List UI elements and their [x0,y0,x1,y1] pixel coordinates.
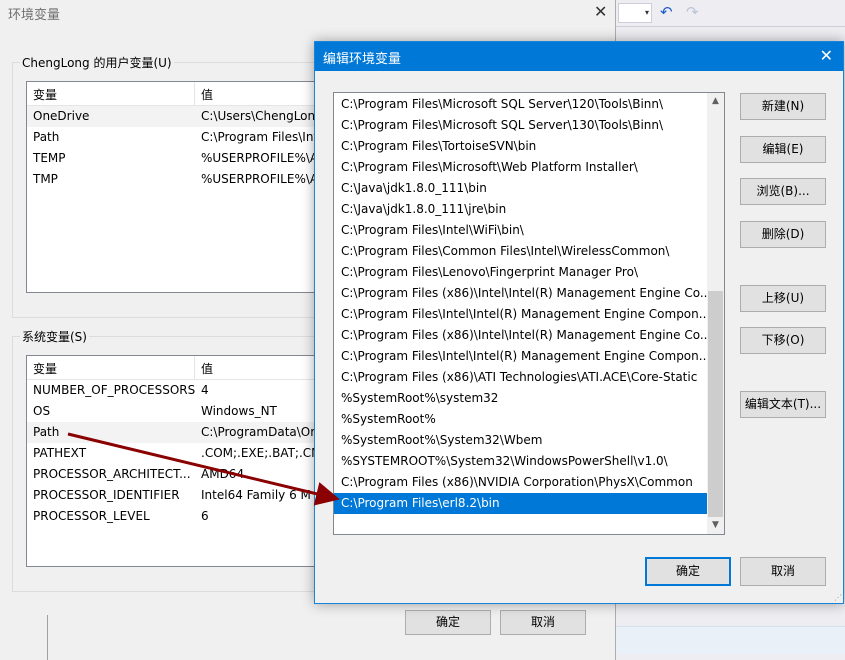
system-variables-label: 系统变量(S) [20,328,89,345]
browse-button[interactable]: 浏览(B)... [740,178,826,205]
variable-value: %USERPROFILE%\A [201,172,319,186]
path-item[interactable]: C:\Program Files\Common Files\Intel\Wire… [334,241,707,262]
path-item-selected[interactable]: C:\Program Files\erl8.2\bin [334,493,707,514]
path-item[interactable]: C:\Program Files\Lenovo\Fingerprint Mana… [334,262,707,283]
path-item[interactable]: C:\Java\jdk1.8.0_111\jre\bin [334,199,707,220]
path-item[interactable]: C:\Program Files (x86)\NVIDIA Corporatio… [334,472,707,493]
variable-name: OS [33,404,51,418]
user-variables-table[interactable]: 变量 值 OneDrive C:\Users\ChengLon Path C:\… [26,81,356,293]
vertical-scrollbar[interactable]: ▲ ▼ [707,93,724,534]
path-item[interactable]: C:\Program Files (x86)\ATI Technologies\… [334,367,707,388]
variable-name: PATHEXT [33,446,87,460]
edit-button[interactable]: 编辑(E) [740,136,826,163]
undo-icon[interactable]: ↶ [660,3,673,21]
path-item[interactable]: %SystemRoot%\System32\Wbem [334,430,707,451]
move-up-button[interactable]: 上移(U) [740,285,826,312]
table-row[interactable]: PROCESSOR_ARCHITECT... AMD64 [27,464,355,485]
path-item[interactable]: C:\Program Files\TortoiseSVN\bin [334,136,707,157]
column-header-value[interactable]: 值 [201,86,213,103]
path-item[interactable]: %SYSTEMROOT%\System32\WindowsPowerShell\… [334,451,707,472]
path-item[interactable]: C:\Program Files\Microsoft SQL Server\12… [334,94,707,115]
path-item[interactable]: C:\Program Files (x86)\Intel\Intel(R) Ma… [334,283,707,304]
cancel-button[interactable]: 取消 [500,610,586,635]
variable-value: .COM;.EXE;.BAT;.CM [201,446,322,460]
title-bar[interactable]: 编辑环境变量 ✕ [315,42,843,71]
variable-name: PROCESSOR_LEVEL [33,509,150,523]
path-item[interactable]: C:\Program Files\Microsoft\Web Platform … [334,157,707,178]
table-header: 变量 值 [27,356,355,380]
cancel-button[interactable]: 取消 [740,557,826,586]
path-item[interactable]: C:\Program Files (x86)\Intel\Intel(R) Ma… [334,325,707,346]
system-variables-table[interactable]: 变量 值 NUMBER_OF_PROCESSORS 4 OS Windows_N… [26,355,356,567]
variable-value: Windows_NT [201,404,277,418]
variable-name: PROCESSOR_ARCHITECT... [33,467,191,481]
variable-name: PROCESSOR_IDENTIFIER [33,488,180,502]
table-row[interactable]: TMP %USERPROFILE%\A [27,169,355,190]
variable-name: OneDrive [33,109,90,123]
table-row[interactable]: PROCESSOR_LEVEL 6 [27,506,355,527]
table-row[interactable]: PROCESSOR_IDENTIFIER Intel64 Family 6 M [27,485,355,506]
variable-value: 4 [201,383,209,397]
column-header-variable[interactable]: 变量 [33,360,57,377]
scroll-down-icon[interactable]: ▼ [707,517,724,534]
variable-value: C:\ProgramData\Or [201,425,316,439]
variable-name: TMP [33,172,58,186]
close-icon[interactable]: ✕ [820,46,833,65]
chevron-down-icon: ▾ [644,8,649,17]
table-header: 变量 值 [27,82,355,106]
ok-button[interactable]: 确定 [645,557,731,586]
variable-value: Intel64 Family 6 M [201,488,311,502]
path-item[interactable]: %SystemRoot%\system32 [334,388,707,409]
variable-value: AMD64 [201,467,245,481]
table-row[interactable]: Path C:\Program Files\Int [27,127,355,148]
move-down-button[interactable]: 下移(O) [740,327,826,354]
scrollbar-thumb[interactable] [708,291,723,517]
column-header-value[interactable]: 值 [201,360,213,377]
variable-value: C:\Users\ChengLon [201,109,316,123]
window-frame-line [47,615,48,660]
variable-value: 6 [201,509,209,523]
table-row[interactable]: TEMP %USERPROFILE%\A [27,148,355,169]
background-panel [616,626,845,654]
dialog-title: 编辑环境变量 [323,52,402,67]
table-row[interactable]: NUMBER_OF_PROCESSORS 4 [27,380,355,401]
path-item[interactable]: C:\Java\jdk1.8.0_111\bin [334,178,707,199]
table-row[interactable]: OneDrive C:\Users\ChengLon [27,106,355,127]
dialog-title: 环境变量 [8,8,61,23]
variable-value: C:\Program Files\Int [201,130,319,144]
path-items: C:\Program Files\Microsoft SQL Server\12… [334,94,707,514]
table-row[interactable]: OS Windows_NT [27,401,355,422]
table-row[interactable]: PATHEXT .COM;.EXE;.BAT;.CM [27,443,355,464]
path-item[interactable]: C:\Program Files\Intel\Intel(R) Manageme… [334,304,707,325]
redo-icon: ↷ [686,3,699,21]
new-button[interactable]: 新建(N) [740,93,826,120]
column-separator[interactable] [194,82,195,106]
path-item[interactable]: %SystemRoot% [334,409,707,430]
table-row[interactable]: Path C:\ProgramData\Or [27,422,355,443]
column-separator[interactable] [194,356,195,380]
resize-grip-icon[interactable]: ⋰ [834,593,842,602]
variable-name: Path [33,130,60,144]
path-list[interactable]: C:\Program Files\Microsoft SQL Server\12… [333,92,725,535]
variable-name: NUMBER_OF_PROCESSORS [33,383,196,397]
delete-button[interactable]: 删除(D) [740,221,826,248]
user-variables-label: ChengLong 的用户变量(U) [20,54,174,71]
column-header-variable[interactable]: 变量 [33,86,57,103]
variable-value: %USERPROFILE%\A [201,151,319,165]
path-item[interactable]: C:\Program Files\Intel\WiFi\bin\ [334,220,707,241]
variable-name: Path [33,425,60,439]
path-item[interactable]: C:\Program Files\Microsoft SQL Server\13… [334,115,707,136]
close-icon[interactable]: ✕ [594,2,607,21]
path-item[interactable]: C:\Program Files\Intel\Intel(R) Manageme… [334,346,707,367]
edit-text-button[interactable]: 编辑文本(T)... [740,391,826,418]
toolbar-combo[interactable]: ▾ [618,3,652,23]
edit-environment-variable-dialog: 编辑环境变量 ✕ C:\Program Files\Microsoft SQL … [314,41,844,604]
scroll-up-icon[interactable]: ▲ [707,93,724,110]
ok-button[interactable]: 确定 [405,610,491,635]
variable-name: TEMP [33,151,66,165]
